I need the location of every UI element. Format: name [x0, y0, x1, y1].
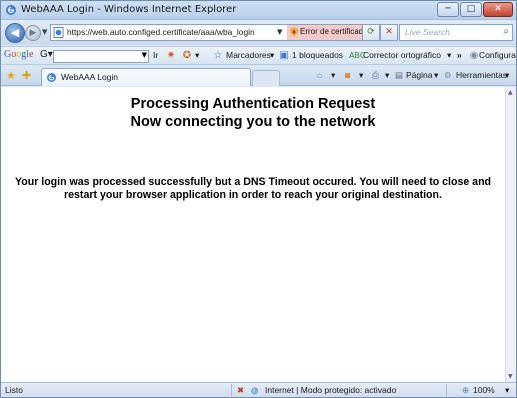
stop-button[interactable]: ✕: [380, 24, 398, 41]
page-menu-button[interactable]: Página: [406, 70, 432, 80]
favorites-star-icon[interactable]: ★: [6, 69, 16, 82]
bookmarks-button[interactable]: Marcadores: [226, 50, 271, 60]
status-divider: [231, 384, 232, 396]
tools-menu-button[interactable]: Herramientas: [456, 70, 507, 80]
popup-blocked-count[interactable]: 1 bloqueados: [292, 50, 343, 60]
home-icon[interactable]: ⌂: [317, 70, 322, 80]
google-logo: Google: [4, 49, 34, 60]
certificate-error-badge[interactable]: Error de certificado: [287, 25, 368, 40]
shield-warning-icon: [290, 27, 298, 37]
tab-webaaa-login[interactable]: WebAAA Login: [41, 68, 251, 86]
zoom-icon: ⊕: [462, 385, 470, 395]
page-heading-line2: Now connecting you to the network: [130, 114, 376, 130]
tools-dropdown-icon[interactable]: ▾: [505, 70, 509, 81]
ie-icon: [6, 5, 16, 15]
search-icon[interactable]: ⌕: [503, 26, 509, 37]
title-bar: WebAAA Login - Windows Internet Explorer…: [1, 1, 516, 20]
settings-button[interactable]: Configuración: [479, 50, 516, 60]
page-heading-line1: Processing Authentication Request: [130, 96, 376, 112]
google-go-button[interactable]: Ir: [153, 50, 158, 60]
page-content: Processing Authentication Request Now co…: [1, 87, 505, 382]
home-dropdown-icon[interactable]: ▾: [331, 70, 335, 81]
address-row: ◀ ▶ ▼ https://web.auto.configed.certific…: [1, 21, 516, 45]
scroll-up-icon[interactable]: ▲: [508, 89, 513, 96]
tab-label: WebAAA Login: [61, 72, 119, 82]
page-icon: [53, 27, 64, 38]
new-tab-button[interactable]: [252, 70, 280, 86]
protected-mode-icon: ✖: [237, 385, 245, 395]
status-text: Listo: [5, 385, 23, 395]
chevron-down-icon[interactable]: ▼: [142, 51, 147, 59]
address-bar[interactable]: https://web.auto.configed.certificate/aa…: [50, 24, 368, 41]
close-button[interactable]: ✕: [483, 2, 513, 17]
popup-blocker-icon[interactable]: ▣: [278, 50, 290, 62]
spellcheck-dropdown-icon[interactable]: ▾: [447, 50, 451, 61]
print-dropdown-icon[interactable]: ▾: [385, 70, 389, 81]
globe-icon: ◍: [251, 385, 259, 395]
maximize-button[interactable]: □: [460, 2, 482, 17]
bookmarks-dropdown-icon[interactable]: ▾: [270, 50, 274, 61]
page-menu-icon[interactable]: ▤: [395, 70, 403, 81]
search-placeholder: Live Search: [405, 27, 450, 37]
print-icon[interactable]: ⎙: [372, 70, 379, 81]
security-zone-text[interactable]: Internet | Modo protegido: activado: [265, 385, 396, 395]
google-toolbar: Google G▾ ▼ Ir ✷ ✪ ▾ ☆ Marcadores ▾ ▣ 1 …: [1, 46, 516, 65]
search-input[interactable]: Live Search ⌕: [399, 24, 513, 41]
toolbar-dropdown-icon[interactable]: ▾: [195, 50, 199, 61]
spellcheck-icon[interactable]: ABC: [349, 50, 365, 62]
back-button[interactable]: ◀: [5, 23, 25, 43]
history-dropdown-icon[interactable]: ▼: [42, 28, 47, 36]
ie-page-icon: [47, 73, 56, 82]
forward-button[interactable]: ▶: [25, 25, 41, 41]
refresh-button[interactable]: ⟳: [362, 24, 380, 41]
page-menu-dropdown-icon[interactable]: ▾: [434, 70, 438, 81]
url-text[interactable]: https://web.auto.configed.certificate/aa…: [67, 27, 255, 37]
dns-timeout-message: Your login was processed successfully bu…: [14, 176, 492, 201]
vertical-scrollbar[interactable]: ▲ ▼: [505, 87, 516, 382]
zoom-level[interactable]: 100%: [473, 385, 495, 395]
stop-icon: ✕: [385, 27, 393, 37]
status-bar: Listo ✖ ◍ Internet | Modo protegido: act…: [1, 382, 516, 397]
zoom-dropdown-icon[interactable]: ▾: [505, 385, 509, 396]
pagerank-icon[interactable]: ✪: [181, 50, 193, 62]
google-g-icon[interactable]: G▾: [40, 49, 53, 60]
refresh-icon: ⟳: [367, 27, 375, 37]
forward-icon: ▶: [29, 28, 37, 38]
more-tools-button[interactable]: »: [457, 50, 462, 60]
google-news-icon[interactable]: ✷: [165, 50, 177, 62]
tools-icon[interactable]: ⚙: [444, 70, 452, 81]
add-favorite-icon[interactable]: ✚: [22, 69, 31, 82]
browser-window: WebAAA Login - Windows Internet Explorer…: [0, 0, 517, 398]
certificate-error-text: Error de certificado: [300, 27, 368, 36]
bookmarks-star-icon[interactable]: ☆: [212, 50, 224, 62]
feeds-dropdown-icon[interactable]: ▾: [359, 70, 363, 81]
google-search-field[interactable]: ▼: [53, 50, 149, 63]
address-dropdown-icon[interactable]: ▼: [277, 28, 282, 36]
feeds-icon[interactable]: ◙: [345, 70, 350, 80]
minimize-button[interactable]: ─: [437, 2, 459, 17]
spellcheck-button[interactable]: Corrector ortográfico: [363, 50, 441, 60]
window-title: WebAAA Login - Windows Internet Explorer: [21, 4, 237, 15]
back-icon: ◀: [10, 26, 20, 39]
scroll-down-icon[interactable]: ▼: [508, 373, 513, 380]
status-divider: [446, 384, 447, 396]
tab-row: ★ ✚ WebAAA Login ⌂ ▾ ◙ ▾ ⎙ ▾ ▤ Página ▾ …: [1, 66, 516, 86]
